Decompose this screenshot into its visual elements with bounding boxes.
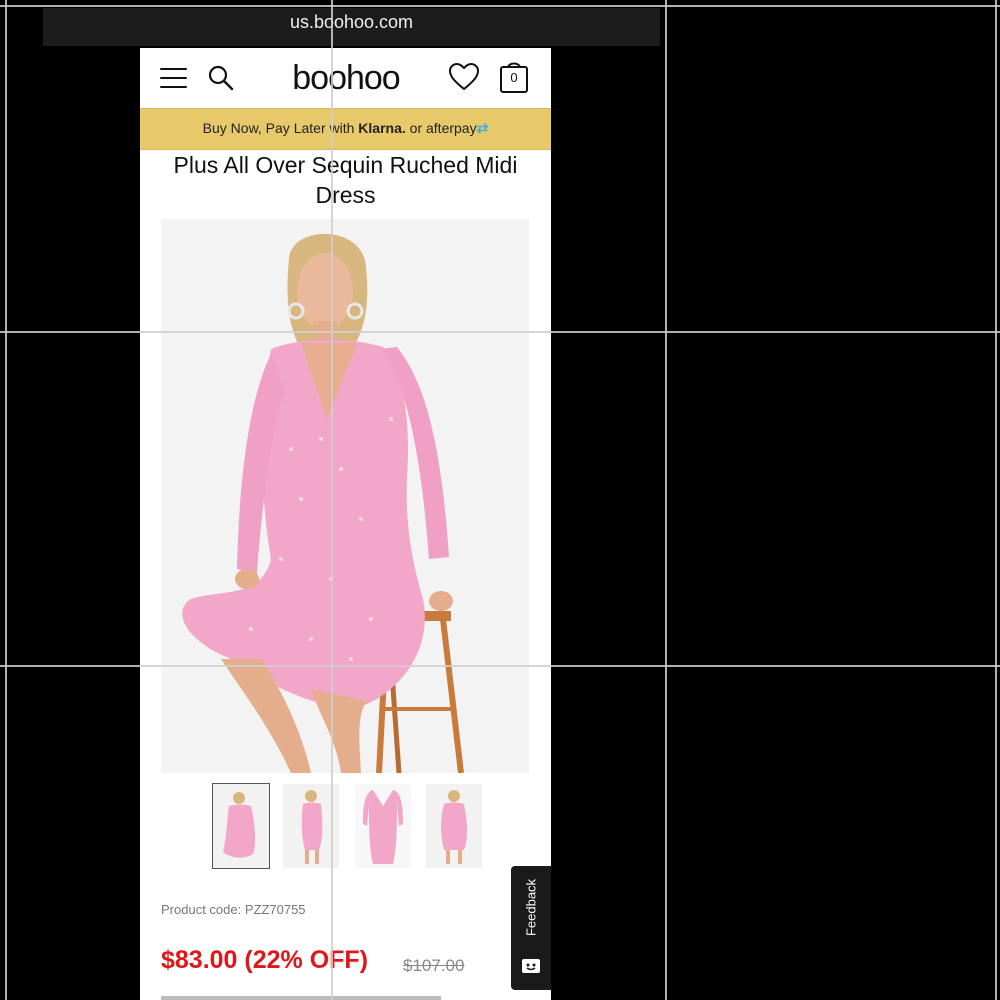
afterpay-arrow-icon: ⇄	[476, 120, 489, 136]
klarna-afterpay-banner[interactable]: Buy Now, Pay Later with Klarna. or after…	[140, 108, 551, 150]
url-bar[interactable]: us.boohoo.com	[43, 8, 660, 46]
search-icon[interactable]	[207, 64, 235, 92]
thumbnail-4[interactable]	[426, 784, 482, 868]
grid-line	[0, 5, 1000, 7]
grid-line	[5, 0, 7, 1000]
grid-line	[0, 665, 1000, 667]
grid-line	[331, 0, 333, 1000]
url-text: us.boohoo.com	[289, 12, 414, 32]
grid-line	[0, 331, 1000, 333]
feedback-label: Feedback	[523, 878, 539, 937]
product-title: Plus All Over Sequin Ruched Midi Dress	[173, 152, 518, 208]
sale-price: $83.00 (22% OFF)	[161, 946, 369, 974]
grid-line	[995, 0, 997, 1000]
heart-icon[interactable]	[448, 62, 480, 92]
klarna-logo: Klarna.	[358, 120, 406, 136]
product-main-image[interactable]	[161, 219, 529, 773]
thumbnail-3[interactable]	[355, 784, 411, 868]
hamburger-menu-icon[interactable]	[160, 66, 187, 90]
price-row: $83.00 (22% OFF) $107.00	[161, 946, 541, 986]
bag-count: 0	[510, 70, 518, 85]
thumbnail-strip	[212, 783, 482, 869]
original-price: $107.00	[403, 956, 465, 975]
afterpay-logo: afterpay	[426, 120, 477, 136]
feedback-smiley-icon	[522, 959, 540, 973]
site-header: boohoo 0	[140, 48, 551, 108]
shopping-bag-icon[interactable]: 0	[498, 58, 530, 94]
mobile-page: boohoo 0 Buy Now, Pay Later with Klarna.…	[140, 48, 551, 1000]
thumbnail-1[interactable]	[212, 783, 270, 869]
boohoo-logo[interactable]: boohoo	[288, 58, 404, 98]
feedback-tab[interactable]: Feedback	[511, 866, 551, 990]
banner-or: or	[409, 120, 423, 136]
truncated-text-line	[161, 990, 461, 1000]
grid-line	[665, 0, 667, 1000]
product-code: Product code: PZZ70755	[161, 902, 306, 917]
